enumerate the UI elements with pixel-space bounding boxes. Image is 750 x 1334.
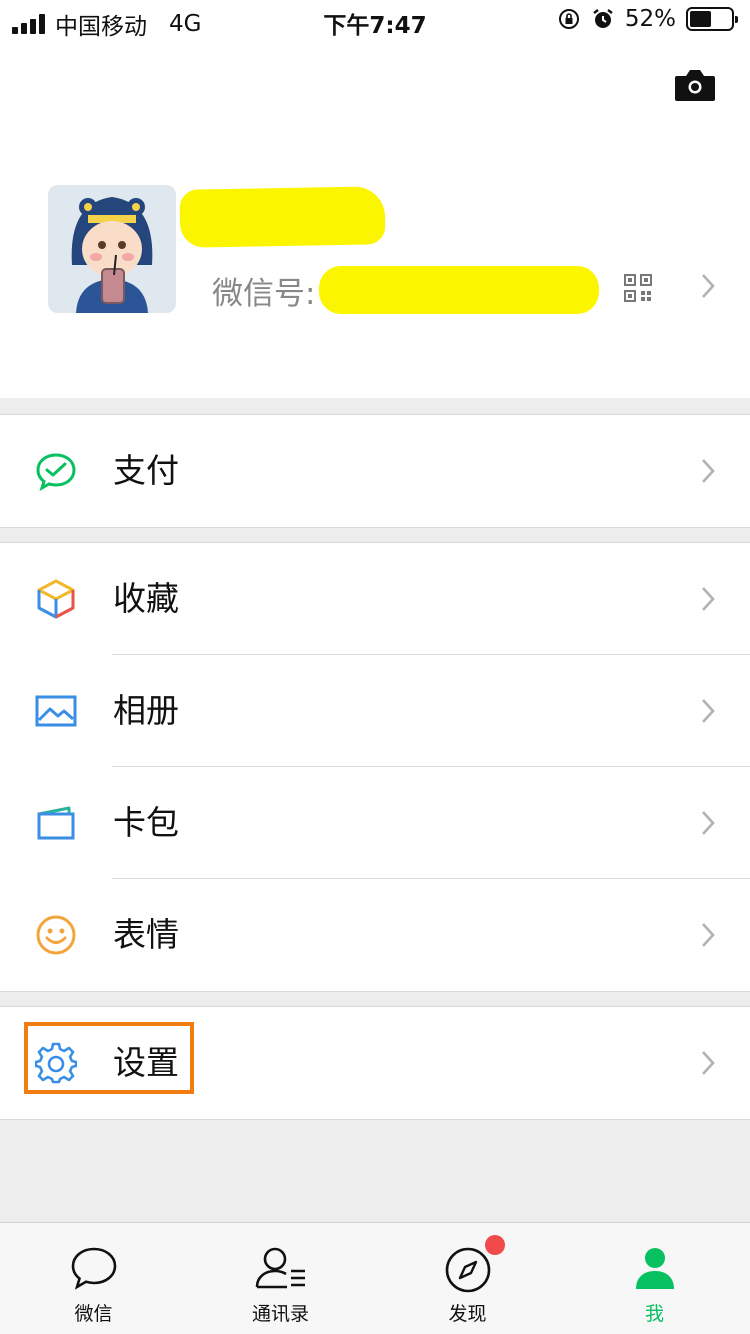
- tab-contacts[interactable]: 通讯录: [187, 1223, 374, 1334]
- qr-code-icon[interactable]: [624, 274, 652, 302]
- chevron-right-icon: [702, 274, 715, 298]
- tab-chats[interactable]: 微信: [0, 1223, 187, 1334]
- tab-label-chats: 微信: [74, 1303, 113, 1325]
- album-icon: [35, 695, 77, 727]
- person-filled-icon: [635, 1248, 674, 1289]
- tab-bar: 微信 通讯录 发现 我: [0, 1222, 750, 1334]
- menu-label-album: 相册: [113, 691, 179, 730]
- cards-wallet-icon: [37, 806, 75, 840]
- tab-label-me: 我: [644, 1303, 664, 1325]
- compass-icon: [445, 1247, 490, 1293]
- orientation-lock-icon: [558, 9, 579, 29]
- nickname-redacted: [179, 186, 386, 248]
- menu-item-pay[interactable]: 支付: [0, 415, 750, 527]
- network-type: 4G: [169, 11, 202, 37]
- notification-badge: [485, 1235, 505, 1255]
- menu-group-settings: 设置: [0, 1006, 750, 1120]
- chevron-right-icon: [702, 923, 715, 947]
- menu-label-stickers: 表情: [113, 915, 179, 954]
- chevron-right-icon: [702, 699, 715, 723]
- battery-percent: 52%: [624, 6, 676, 32]
- chevron-right-icon: [702, 811, 715, 835]
- menu-item-favorites[interactable]: 收藏: [0, 543, 750, 655]
- menu-group-pay: 支付: [0, 414, 750, 528]
- avatar-illustration: [48, 185, 176, 313]
- tab-discover[interactable]: 发现: [374, 1223, 561, 1334]
- pay-icon: [36, 453, 76, 492]
- profile-header[interactable]: 微信号:: [0, 40, 750, 398]
- chat-bubble-icon: [71, 1247, 116, 1290]
- smiley-icon: [36, 915, 76, 955]
- menu-item-settings[interactable]: 设置: [0, 1007, 750, 1119]
- tab-label-discover: 发现: [448, 1303, 487, 1325]
- battery-icon: [686, 7, 738, 31]
- chevron-right-icon: [702, 587, 715, 611]
- camera-icon[interactable]: [674, 68, 716, 102]
- menu-label-cards: 卡包: [113, 803, 179, 842]
- menu-group-services: 收藏 相册 卡包 表情: [0, 542, 750, 992]
- carrier-name: 中国移动: [55, 14, 147, 40]
- tab-me[interactable]: 我: [561, 1223, 748, 1334]
- menu-label-pay: 支付: [113, 451, 179, 490]
- contacts-icon: [255, 1247, 305, 1289]
- signal-strength-icon: [12, 14, 45, 34]
- menu-item-album[interactable]: 相册: [0, 655, 750, 767]
- settings-highlight-box: [24, 1022, 194, 1094]
- menu-label-favorites: 收藏: [113, 579, 179, 618]
- avatar[interactable]: [48, 185, 176, 313]
- tab-label-contacts: 通讯录: [251, 1303, 309, 1325]
- chevron-right-icon: [702, 459, 715, 483]
- chevron-right-icon: [702, 1051, 715, 1075]
- wechat-id-label: 微信号:: [212, 275, 316, 312]
- favorites-cube-icon: [37, 579, 75, 619]
- wechat-id-redacted: [319, 266, 600, 314]
- menu-item-stickers[interactable]: 表情: [0, 879, 750, 991]
- alarm-icon: [593, 9, 613, 28]
- status-bar: 中国移动 4G 下午7:47 52%: [0, 0, 750, 40]
- menu-item-cards[interactable]: 卡包: [0, 767, 750, 879]
